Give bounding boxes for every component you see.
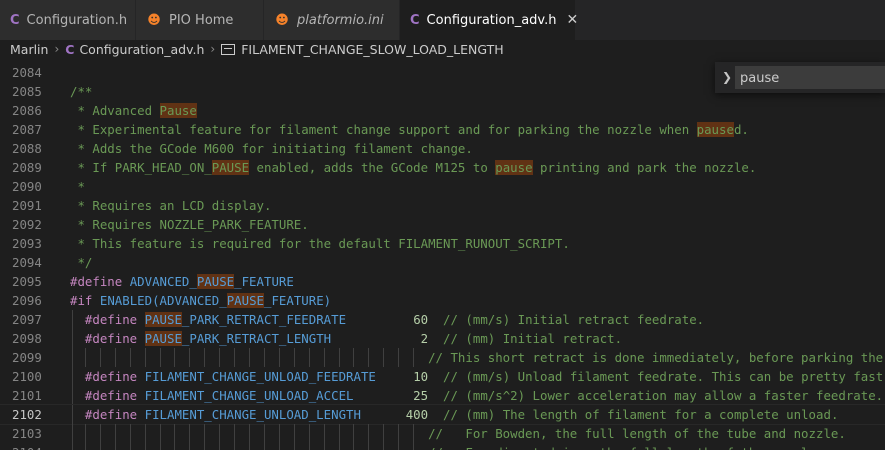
search-match: PAUSE — [226, 293, 264, 308]
code-line[interactable]: 2090 * — [0, 177, 885, 196]
code-text: * Requires NOZZLE_PARK_FEATURE. — [70, 217, 309, 232]
line-number[interactable]: 2102 — [12, 405, 46, 424]
code-text: * This feature is required for the defau… — [70, 236, 570, 251]
code-text: #define FILAMENT_CHANGE_UNLOAD_ACCEL 25 … — [84, 388, 884, 403]
tab-label: Configuration.h — [26, 12, 128, 28]
chevron-right-icon: › — [54, 42, 60, 56]
code-line[interactable]: 2092 * Requires NOZZLE_PARK_FEATURE. — [0, 215, 885, 234]
tab-label: PIO Home — [169, 12, 234, 28]
line-number[interactable]: 2100 — [12, 367, 46, 386]
tab-pio-home[interactable]: ☻ PIO Home — [136, 0, 264, 40]
line-number[interactable]: 2085 — [12, 82, 46, 101]
line-number[interactable]: 2096 — [12, 291, 46, 310]
breadcrumb-file[interactable]: Configuration_adv.h — [79, 42, 204, 57]
platformio-icon: ☻ — [147, 12, 161, 28]
code-text: * Adds the GCode M600 for initiating fil… — [70, 141, 473, 156]
code-editor[interactable]: 2084 2085/** 2086 * Advanced Pause 2087 * E… — [0, 58, 885, 450]
code-line[interactable]: 2102 #define FILAMENT_CHANGE_UNLOAD_LENG… — [0, 404, 885, 425]
code-text: * If PARK_HEAD_ON_PAUSE enabled, adds th… — [70, 160, 757, 175]
code-line[interactable]: 2103 // For Bowden, the full length of t… — [0, 424, 885, 443]
search-match: PAUSE — [144, 331, 182, 346]
code-text: /** — [70, 84, 93, 99]
line-number[interactable]: 2087 — [12, 120, 46, 139]
find-widget: ❯ pause — [715, 62, 885, 93]
line-number[interactable]: 2091 — [12, 196, 46, 215]
code-line[interactable]: 2088 * Adds the GCode M600 for initiatin… — [0, 139, 885, 158]
code-text: #define PAUSE_PARK_RETRACT_LENGTH 2 // (… — [84, 331, 623, 346]
code-text: // For Bowden, the full length of the tu… — [70, 426, 846, 441]
tab-platformio-ini[interactable]: ☻ platformio.ini — [264, 0, 400, 40]
line-number[interactable]: 2103 — [12, 424, 46, 443]
line-number[interactable]: 2092 — [12, 215, 46, 234]
line-number[interactable]: 2099 — [12, 348, 46, 367]
line-number[interactable]: 2098 — [12, 329, 46, 348]
code-line[interactable]: 2087 * Experimental feature for filament… — [0, 120, 885, 139]
code-text: #if ENABLED(ADVANCED_PAUSE_FEATURE) — [70, 293, 332, 308]
line-number[interactable]: 2104 — [12, 443, 46, 450]
breadcrumb-symbol[interactable]: FILAMENT_CHANGE_SLOW_LOAD_LENGTH — [241, 42, 503, 57]
code-text: #define FILAMENT_CHANGE_UNLOAD_LENGTH 40… — [84, 407, 839, 422]
line-number[interactable]: 2097 — [12, 310, 46, 329]
search-match: PAUSE — [196, 274, 235, 289]
code-text: */ — [70, 255, 93, 270]
line-number[interactable]: 2095 — [12, 272, 46, 291]
code-line[interactable]: 2100 #define FILAMENT_CHANGE_UNLOAD_FEED… — [0, 367, 885, 386]
code-line[interactable]: 2095 #define ADVANCED_PAUSE_FEATURE — [0, 272, 885, 291]
platformio-icon: ☻ — [275, 12, 289, 28]
tab-configuration-adv-h[interactable]: C Configuration_adv.h ✕ — [400, 0, 578, 40]
toggle-replace-chevron-icon[interactable]: ❯ — [722, 70, 732, 84]
c-file-icon: C — [10, 12, 20, 28]
line-number[interactable]: 2084 — [12, 63, 46, 82]
code-text: #define ADVANCED_PAUSE_FEATURE — [70, 274, 294, 289]
code-text: * Experimental feature for filament chan… — [70, 122, 749, 137]
code-line[interactable]: 2104 // For direct drive, the full lengt… — [0, 443, 885, 450]
code-line[interactable]: 2094 */ — [0, 253, 885, 272]
tab-bar: C Configuration.h ☻ PIO Home ☻ platformio.ini… — [0, 0, 885, 40]
code-text: * Requires an LCD display. — [70, 198, 272, 213]
line-number[interactable]: 2093 — [12, 234, 46, 253]
code-line[interactable]: 2089 * If PARK_HEAD_ON_PAUSE enabled, ad… — [0, 158, 885, 177]
c-file-icon: C — [410, 12, 420, 28]
line-number[interactable]: 2094 — [12, 253, 46, 272]
line-number[interactable]: 2088 — [12, 139, 46, 158]
code-text: * Advanced Pause — [70, 103, 197, 118]
search-match: Pause — [159, 103, 197, 118]
chevron-right-icon: › — [210, 42, 216, 56]
search-match: PAUSE — [144, 312, 182, 327]
breadcrumb: Marlin › C Configuration_adv.h › FILAMEN… — [0, 40, 885, 58]
code-line[interactable]: 2097 #define PAUSE_PARK_RETRACT_FEEDRATE… — [0, 310, 885, 329]
code-line[interactable]: 2099 // This short retract is done immed… — [0, 348, 885, 367]
line-number[interactable]: 2086 — [12, 101, 46, 120]
line-number[interactable]: 2090 — [12, 177, 46, 196]
line-number[interactable]: 2101 — [12, 386, 46, 405]
tab-label: platformio.ini — [297, 12, 384, 28]
code-line[interactable]: 2101 #define FILAMENT_CHANGE_UNLOAD_ACCE… — [0, 386, 885, 405]
code-text: #define FILAMENT_CHANGE_UNLOAD_FEEDRATE … — [84, 369, 885, 384]
c-file-icon: C — [65, 41, 75, 57]
line-number[interactable]: 2089 — [12, 158, 46, 177]
search-match: PAUSE — [211, 160, 250, 175]
find-input[interactable]: pause — [735, 66, 885, 89]
close-icon[interactable]: ✕ — [566, 12, 578, 28]
code-line[interactable]: 2098 #define PAUSE_PARK_RETRACT_LENGTH 2… — [0, 329, 885, 348]
code-line[interactable]: 2093 * This feature is required for the … — [0, 234, 885, 253]
search-match: pause — [495, 160, 533, 175]
code-text: #define PAUSE_PARK_RETRACT_FEEDRATE 60 /… — [84, 312, 705, 327]
code-line[interactable]: 2086 * Advanced Pause — [0, 101, 885, 120]
tab-configuration-h[interactable]: C Configuration.h — [0, 0, 136, 40]
tab-label: Configuration_adv.h — [426, 12, 557, 28]
symbol-constant-icon — [221, 43, 236, 55]
code-line[interactable]: 2091 * Requires an LCD display. — [0, 196, 885, 215]
search-match: pause — [696, 122, 734, 137]
code-text: // This short retract is done immediatel… — [70, 350, 885, 365]
code-text: // For direct drive, the full length of … — [70, 443, 823, 450]
code-text: * — [70, 179, 85, 194]
breadcrumb-folder[interactable]: Marlin — [10, 42, 48, 57]
code-line[interactable]: 2096 #if ENABLED(ADVANCED_PAUSE_FEATURE) — [0, 291, 885, 310]
